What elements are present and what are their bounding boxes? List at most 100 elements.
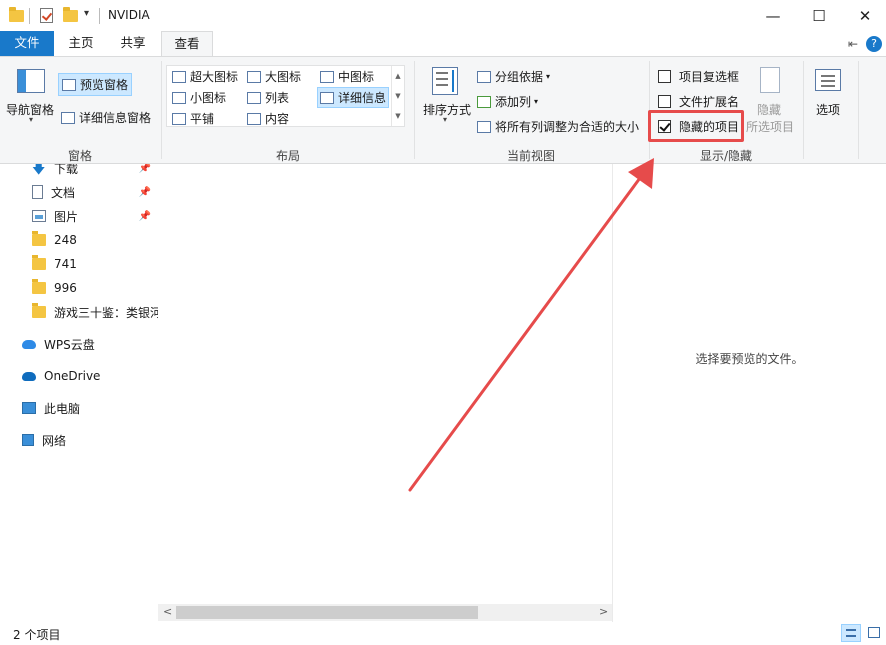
scroll-left-icon[interactable]: < [163,605,172,618]
group-by-button[interactable]: 分组依据 ▾ [477,68,550,85]
computer-icon [22,402,36,414]
fit-columns-label: 将所有列调整为合适的大小 [495,120,640,134]
options-button[interactable]: 选项 [816,101,840,118]
folder-icon [32,279,46,294]
minimize-button[interactable]: — [750,0,796,31]
large-icons-icon [247,70,261,83]
navigation-pane-icon [17,69,45,93]
tab-view[interactable]: 查看 [161,31,213,57]
large-icons-view-icon [868,627,880,638]
file-extensions-label: 文件扩展名 [679,95,740,109]
file-list[interactable] [158,164,612,624]
collapse-ribbon-icon[interactable]: ⇤ [848,37,858,51]
tab-share[interactable]: 共享 [110,31,156,56]
close-button[interactable]: ✕ [842,0,886,31]
pictures-icon [32,210,46,222]
document-icon [32,185,43,199]
item-checkboxes-checkbox[interactable] [658,70,671,83]
scroll-down-icon[interactable]: ▼ [392,86,404,106]
layout-label: 小图标 [190,91,227,105]
fit-columns-icon [477,120,491,133]
download-icon: 🡇 [32,164,46,177]
layout-large-icons[interactable]: 大图标 [247,68,301,85]
content-icon [247,112,261,125]
nav-item-network[interactable]: 网络 [22,430,66,450]
chevron-down-icon[interactable]: ▾ [443,115,447,124]
details-pane-button[interactable]: 详细信息窗格 [61,109,151,126]
details-view-button[interactable] [841,624,861,642]
nav-item-pictures[interactable]: 图片 📌 [32,206,156,226]
new-folder-icon[interactable] [63,7,78,22]
customize-toolbar-icon[interactable]: ▾ [84,8,89,19]
group-label-show-hide: 显示/隐藏 [699,149,753,163]
layout-extra-large-icons[interactable]: 超大图标 [172,68,238,85]
preview-pane-button[interactable]: 预览窗格 [58,73,133,96]
layout-list[interactable]: 列表 [247,89,289,106]
options-label: 选项 [816,103,841,117]
tab-file[interactable]: 文件 [0,31,54,56]
tab-home[interactable]: 主页 [58,31,104,56]
gallery-scroll[interactable]: ▲ ▼ ▼ [391,66,404,126]
layout-small-icons[interactable]: 小图标 [172,89,226,106]
onedrive-icon [22,371,36,381]
chevron-down-icon[interactable]: ▾ [29,115,33,124]
file-extensions-checkbox[interactable] [658,95,671,108]
nav-item-folder-248[interactable]: 248 [32,230,77,250]
folder-icon [9,7,24,22]
layout-label: 详细信息 [338,91,387,105]
medium-icons-icon [320,70,334,83]
group-separator [858,61,859,159]
details-icon [320,91,334,104]
add-columns-label: 添加列 [495,95,532,109]
nav-item-folder-741[interactable]: 741 [32,254,77,274]
chevron-down-icon: ▾ [534,97,539,106]
layout-details[interactable]: 详细信息 [317,87,390,108]
layout-tiles[interactable]: 平铺 [172,110,214,127]
file-extensions-toggle[interactable]: 文件扩展名 [658,93,739,110]
fit-columns-button[interactable]: 将所有列调整为合适的大小 [477,118,639,135]
large-icons-view-button[interactable] [864,624,884,642]
horizontal-scrollbar[interactable]: < > [158,604,612,621]
add-columns-button[interactable]: 添加列 ▾ [477,93,538,110]
nav-item-folder-996[interactable]: 996 [32,278,77,298]
nav-item-this-pc[interactable]: 此电脑 [22,398,80,418]
layout-medium-icons[interactable]: 中图标 [320,68,374,85]
group-by-label: 分组依据 [495,70,544,84]
properties-icon[interactable] [40,8,53,23]
pin-icon: 📌 [138,186,151,198]
hide-selected-label: 隐藏 [757,103,782,117]
status-bar: 2 个项目 [0,622,886,645]
nav-item-label: 此电脑 [44,401,81,416]
item-checkboxes-toggle[interactable]: 项目复选框 [658,68,739,85]
folder-icon [32,255,46,270]
maximize-button[interactable]: ☐ [796,0,842,31]
nav-item-folder-game[interactable]: 游戏三十鉴：类银河 [32,302,158,322]
layout-label: 超大图标 [190,70,239,84]
details-view-icon [846,629,856,637]
hide-selected-button[interactable]: 隐藏 [757,101,781,118]
nav-item-label: 网络 [42,433,67,448]
network-icon [22,434,34,446]
nav-item-onedrive[interactable]: OneDrive [22,366,100,386]
scroll-up-icon[interactable]: ▲ [392,66,404,86]
preview-pane-icon [62,78,76,91]
group-label-layout: 布局 [275,149,300,163]
scrollbar-thumb[interactable] [176,606,478,619]
help-icon[interactable]: ? [866,36,882,52]
nav-item-label: 游戏三十鉴：类银河 [54,305,158,320]
nav-item-label: 图片 [54,209,79,224]
scroll-right-icon[interactable]: > [599,605,608,618]
navigation-pane: 🡇 下载 📌 文档 📌 图片 📌 248 741 996 游戏三十鉴：类银河 W… [0,164,158,604]
nav-item-downloads[interactable]: 🡇 下载 📌 [32,164,156,178]
layout-label: 中图标 [338,70,375,84]
item-checkboxes-label: 项目复选框 [679,70,740,84]
separator [29,8,30,24]
hide-selected-sub: 所选项目 [746,118,794,135]
layout-content[interactable]: 内容 [247,110,289,127]
nav-item-wps-cloud[interactable]: WPS云盘 [22,334,95,354]
extra-large-icons-icon [172,70,186,83]
expand-gallery-icon[interactable]: ▼ [392,106,404,126]
folder-icon [32,231,46,246]
nav-item-documents[interactable]: 文档 📌 [32,182,156,202]
details-pane-icon [61,111,75,124]
